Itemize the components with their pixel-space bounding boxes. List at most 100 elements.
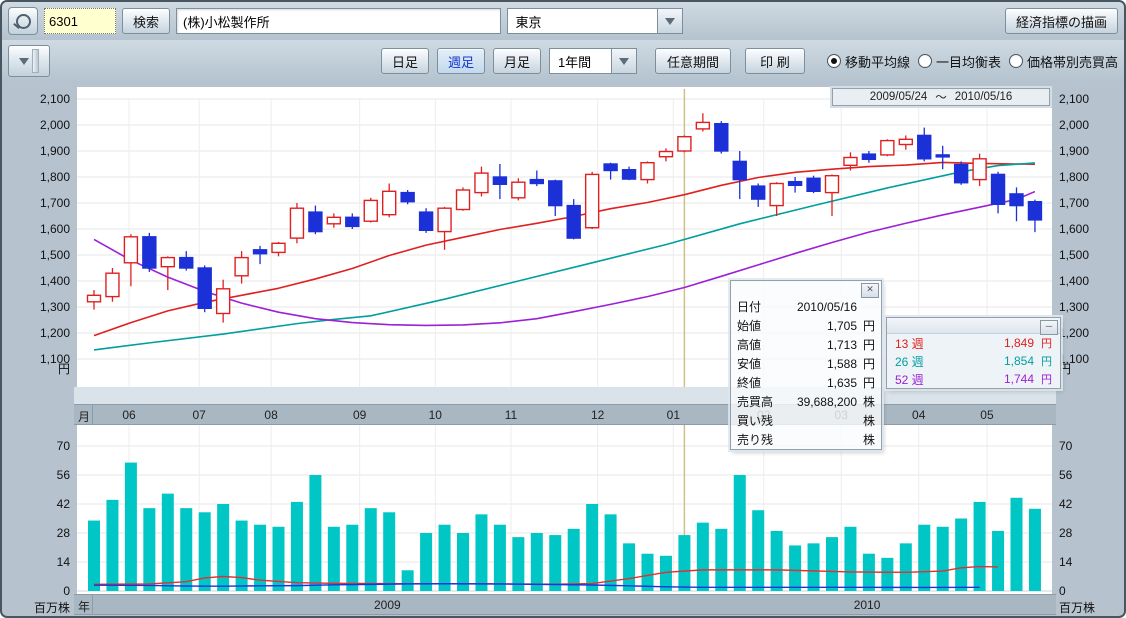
- candle[interactable]: [106, 273, 119, 296]
- candle[interactable]: [383, 191, 396, 214]
- volume-bar: [346, 525, 358, 591]
- search-icon: [16, 14, 31, 29]
- price-tick-label: 1,800: [1059, 170, 1089, 184]
- candle[interactable]: [807, 178, 820, 191]
- chevron-down-icon[interactable]: [657, 9, 682, 33]
- candle[interactable]: [678, 137, 691, 151]
- tooltip-unit: 株: [857, 412, 875, 429]
- expand-dropdown-button[interactable]: [8, 45, 50, 77]
- candle[interactable]: [623, 170, 636, 179]
- candle[interactable]: [161, 258, 174, 267]
- candle[interactable]: [475, 173, 488, 193]
- candle[interactable]: [143, 237, 156, 268]
- volume-bar: [752, 510, 764, 591]
- exchange-value: 東京: [508, 9, 657, 33]
- candle[interactable]: [493, 177, 506, 184]
- radio-moving-average[interactable]: 移動平均線: [827, 52, 910, 71]
- tooltip-value: 2010/05/16: [783, 300, 857, 314]
- candle[interactable]: [936, 155, 949, 157]
- tab-weekly[interactable]: 週足: [437, 48, 485, 74]
- candle[interactable]: [918, 135, 931, 158]
- tab-monthly[interactable]: 月足: [493, 48, 541, 74]
- price-tick-label: 1,200: [1059, 326, 1089, 340]
- volume-axis-unit: 百万株: [1059, 599, 1095, 616]
- candle[interactable]: [88, 295, 101, 302]
- candle[interactable]: [272, 243, 285, 252]
- candle[interactable]: [715, 124, 728, 151]
- candle[interactable]: [290, 208, 303, 238]
- candle[interactable]: [401, 193, 414, 202]
- price-tick-label: 2,000: [1059, 118, 1089, 132]
- candle[interactable]: [862, 154, 875, 159]
- radio-selected-icon: [827, 54, 841, 68]
- print-button[interactable]: 印 刷: [745, 48, 805, 74]
- candle[interactable]: [346, 217, 359, 226]
- candle[interactable]: [235, 258, 248, 276]
- chevron-down-icon[interactable]: [611, 49, 636, 73]
- price-tick-label: 1,700: [2, 196, 70, 210]
- candle[interactable]: [327, 217, 340, 224]
- candle[interactable]: [604, 164, 617, 171]
- volume-bar: [106, 500, 118, 591]
- custom-period-button[interactable]: 任意期間: [655, 48, 731, 74]
- candle[interactable]: [733, 161, 746, 179]
- candle[interactable]: [438, 208, 451, 231]
- search-icon-button[interactable]: [8, 7, 38, 35]
- period-select[interactable]: 1年間: [549, 48, 637, 74]
- candle[interactable]: [881, 141, 894, 155]
- candle[interactable]: [512, 182, 525, 198]
- minimize-icon[interactable]: ─: [1040, 320, 1058, 335]
- candle[interactable]: [364, 200, 377, 221]
- legend-unit: 円: [1034, 353, 1052, 369]
- volume-bar: [383, 512, 395, 591]
- candle[interactable]: [770, 184, 783, 206]
- candle[interactable]: [198, 268, 211, 308]
- volume-tick-label: 70: [1059, 439, 1072, 453]
- stock-name-field[interactable]: (株)小松製作所: [176, 8, 500, 34]
- candle[interactable]: [457, 190, 470, 210]
- close-icon[interactable]: ✕: [861, 283, 879, 298]
- price-tick-label: 1,300: [2, 300, 70, 314]
- exchange-select[interactable]: 東京: [507, 8, 683, 34]
- volume-tick-label: 14: [2, 555, 70, 569]
- candle[interactable]: [309, 212, 322, 232]
- candle[interactable]: [124, 237, 137, 263]
- price-tick-label: 1,500: [1059, 248, 1089, 262]
- volume-bar: [457, 533, 469, 591]
- candle[interactable]: [844, 158, 857, 166]
- candle[interactable]: [955, 165, 968, 183]
- quote-tooltip: ✕ 日付2010/05/16始値1,705円高値1,713円安値1,588円終値…: [730, 280, 882, 450]
- tooltip-row: 日付2010/05/16: [731, 297, 881, 316]
- candle[interactable]: [549, 181, 562, 206]
- economic-indicator-button[interactable]: 経済指標の描画: [1005, 8, 1118, 34]
- candle[interactable]: [420, 212, 433, 230]
- price-tick-label: 2,000: [2, 118, 70, 132]
- candle[interactable]: [826, 176, 839, 193]
- candle[interactable]: [641, 163, 654, 180]
- volume-bar: [955, 519, 967, 592]
- candle[interactable]: [752, 186, 765, 199]
- candle[interactable]: [1028, 202, 1041, 220]
- candle[interactable]: [696, 122, 709, 128]
- candle[interactable]: [973, 159, 986, 180]
- volume-bar: [365, 508, 377, 591]
- candle[interactable]: [789, 182, 802, 186]
- radio-price-volume[interactable]: 価格帯別売買高: [1009, 52, 1118, 71]
- stock-code-input[interactable]: [44, 8, 116, 34]
- candle[interactable]: [180, 258, 193, 268]
- volume-bar: [531, 533, 543, 591]
- candle[interactable]: [586, 174, 599, 227]
- candle[interactable]: [659, 152, 672, 157]
- candle[interactable]: [217, 289, 230, 314]
- candle[interactable]: [254, 250, 267, 254]
- tab-daily[interactable]: 日足: [381, 48, 429, 74]
- candle[interactable]: [899, 139, 912, 144]
- candle[interactable]: [530, 180, 543, 184]
- candle[interactable]: [992, 174, 1005, 204]
- radio-ichimoku[interactable]: 一目均衡表: [918, 52, 1001, 71]
- volume-axis-unit: 百万株: [2, 599, 70, 616]
- search-button[interactable]: 検索: [122, 8, 170, 34]
- candle[interactable]: [567, 206, 580, 239]
- volume-bar: [143, 508, 155, 591]
- candle[interactable]: [1010, 194, 1023, 206]
